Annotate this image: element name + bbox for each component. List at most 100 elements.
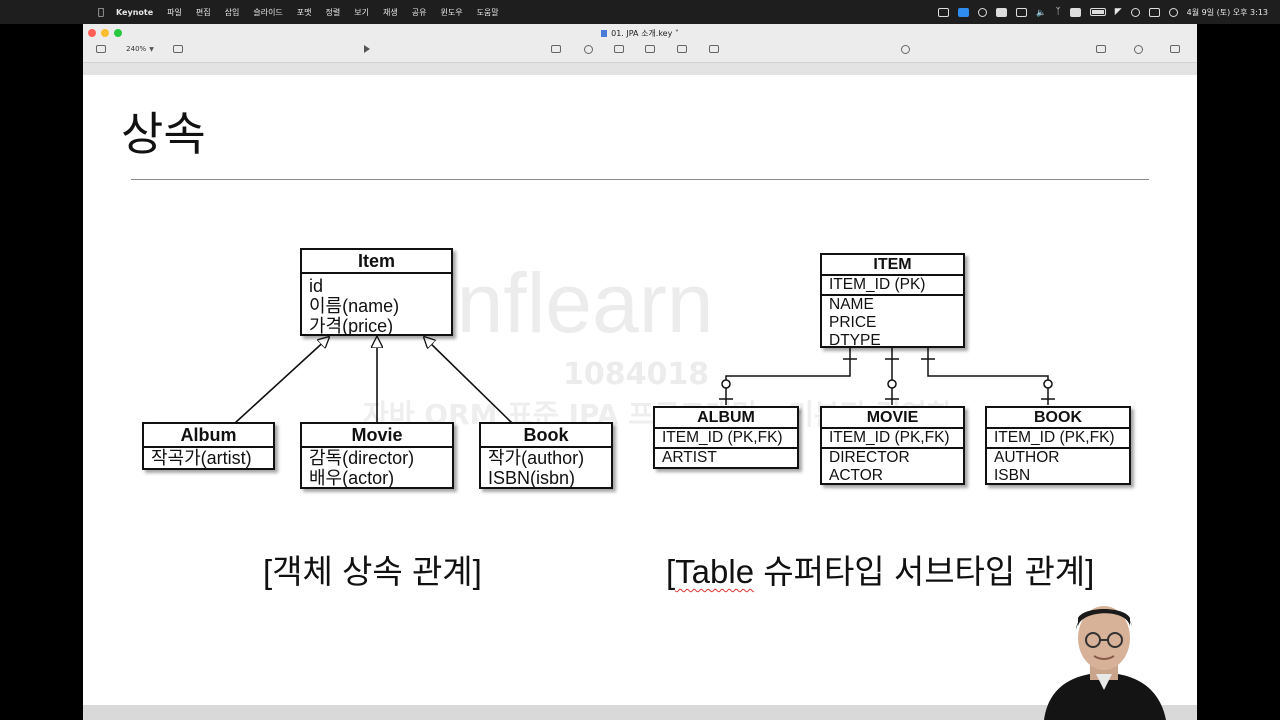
volume-icon[interactable]: 🔈 [1036,8,1046,17]
class-album[interactable]: Album 작곡가(artist) [142,422,275,470]
optional-circle-book [1043,379,1053,389]
window-toolbar: 01. JPA 소개.key ˅ 240% ▼ [83,24,1197,63]
play-button[interactable] [361,43,373,55]
column-pk: ITEM_ID (PK,FK) [829,429,950,446]
menu-play[interactable]: 재생 [383,7,398,18]
table-movie[interactable]: MOVIE ITEM_ID (PK,FK) DIRECTOR ACTOR [820,406,965,485]
table-item[interactable]: ITEM ITEM_ID (PK) NAME PRICE DTYPE [820,253,965,349]
apple-icon[interactable]:  [96,7,106,18]
collaborate-icon [900,44,910,54]
sidebar-icon [96,45,106,53]
media-icon [677,45,687,53]
battery-icon[interactable] [1089,8,1106,16]
column-name: NAME [829,296,874,313]
inheritance-album [234,337,329,424]
class-name: Book [481,424,611,448]
class-book[interactable]: Book 작가(author) ISBN(isbn) [479,422,613,489]
table-diagram-caption[interactable]: [Table 슈퍼타입 서브타입 관계] [666,545,1094,593]
table-book[interactable]: BOOK ITEM_ID (PK,FK) AUTHOR ISBN [985,406,1131,485]
document-button[interactable] [1169,43,1181,55]
field-isbn: ISBN(isbn) [488,468,576,488]
document-icon [601,30,608,37]
column-pk: ITEM_ID (PK) [829,276,926,293]
menu-arrange[interactable]: 정렬 [326,7,341,18]
search-icon[interactable] [1130,7,1140,17]
diagram-connectors [234,75,1055,424]
field-actor: 배우(actor) [309,468,395,488]
view-button[interactable] [95,43,107,55]
table-name: ALBUM [655,408,797,429]
display-icon[interactable] [1016,7,1028,17]
class-item[interactable]: Item id 이름(name) 가격(price) [300,248,453,336]
column-actor: ACTOR [829,467,883,484]
inheritance-book [424,337,513,424]
animate-icon [1133,44,1143,54]
slide-canvas[interactable]: inflearn 1084018 자바 ORM 표준 JPA 프로그래밍 - 기… [83,75,1197,705]
control-center-icon[interactable] [1148,7,1160,17]
column-pk: ITEM_ID (PK,FK) [994,429,1115,446]
bluetooth-icon[interactable]: ᛉ [1055,7,1060,17]
document-title[interactable]: 01. JPA 소개.key ˅ [83,28,1197,39]
field-author: 작가(author) [488,448,585,468]
comment-button[interactable] [708,43,720,55]
column-dtype: DTYPE [829,332,881,349]
field-price: 가격(price) [309,316,394,336]
screen-record-icon[interactable] [938,7,950,17]
class-name: Item [302,250,451,274]
optional-circle-album [721,379,731,389]
column-artist: ARTIST [662,449,717,466]
menu-slide[interactable]: 슬라이드 [253,7,282,18]
column-author: AUTHOR [994,449,1060,466]
wifi-icon[interactable]: ◤ [1115,7,1122,17]
play-icon [364,45,370,53]
chevron-down-icon: ▼ [149,45,154,53]
class-name: Album [144,424,273,448]
field-artist: 작곡가(artist) [151,448,252,468]
menu-view[interactable]: 보기 [354,7,369,18]
object-diagram-caption[interactable]: [객체 상속 관계] [263,545,482,593]
keynote-window: 01. JPA 소개.key ˅ 240% ▼ inflearn 1084018 … [83,24,1197,720]
class-name: Movie [302,424,452,448]
menu-insert[interactable]: 삽입 [225,7,240,18]
column-isbn: ISBN [994,467,1031,484]
menubar-clock[interactable]: 4월 9일 (토) 오후 3:13 [1187,7,1268,18]
animate-button[interactable] [1132,43,1144,55]
menu-share[interactable]: 공유 [412,7,427,18]
menu-edit[interactable]: 편집 [196,7,211,18]
class-movie[interactable]: Movie 감독(director) 배우(actor) [300,422,454,489]
input-source-icon[interactable] [1069,7,1081,17]
table-icon [551,45,561,53]
screenshot-app-icon[interactable] [958,7,970,17]
zoom-button[interactable]: 240% ▼ [121,43,159,55]
app-status-icon[interactable] [996,7,1008,17]
column-director: DIRECTOR [829,449,910,466]
globe-icon[interactable] [978,7,988,17]
column-price: PRICE [829,314,877,331]
shape-icon [645,45,655,53]
add-slide-button[interactable] [172,43,184,55]
chart-button[interactable] [582,43,594,55]
format-icon [1096,45,1106,53]
menu-app-name[interactable]: Keynote [116,8,153,17]
table-name: MOVIE [822,408,963,429]
text-icon [614,45,624,53]
table-button[interactable] [550,43,562,55]
media-button[interactable] [676,43,688,55]
menu-help[interactable]: 도움말 [477,7,499,18]
menu-format[interactable]: 포맷 [297,7,312,18]
collaborate-button[interactable] [899,43,911,55]
format-button[interactable] [1095,43,1107,55]
menu-window[interactable]: 윈도우 [440,7,462,18]
document-panel-icon [1170,45,1180,53]
shape-button[interactable] [644,43,656,55]
menu-bar:  Keynote 파일 편집 삽입 슬라이드 포맷 정렬 보기 재생 공유 윈… [0,0,1280,24]
text-button[interactable] [613,43,625,55]
chart-icon [583,44,593,54]
table-name: ITEM [822,255,963,276]
caption-bracket: [ [666,553,676,590]
canvas-margin [83,63,1197,75]
table-album[interactable]: ALBUM ITEM_ID (PK,FK) ARTIST [653,406,799,469]
siri-icon[interactable] [1168,7,1178,17]
menu-file[interactable]: 파일 [167,7,182,18]
erd-relationships [719,348,1055,405]
